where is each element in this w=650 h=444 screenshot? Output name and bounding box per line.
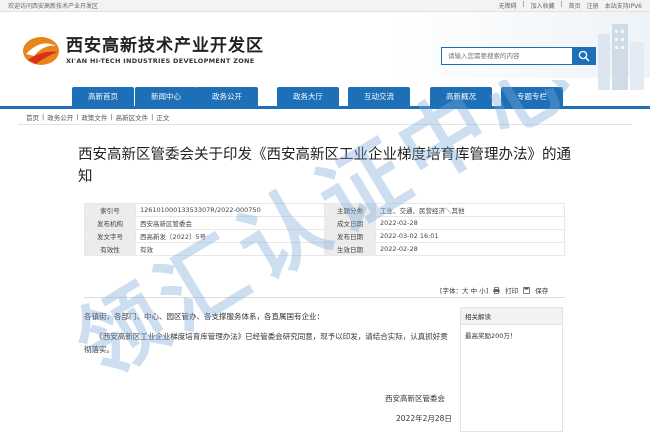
top-bar: 欢迎访问西安高新技术产业开发区 无障碍 | 加入收藏 | 首页 注册 本站支持I… [0, 0, 650, 12]
panel-heading: 相关解读 [461, 308, 562, 325]
signature-date: 2022年2月28日 [396, 414, 452, 423]
logo-emblem-icon [22, 34, 60, 68]
divider: | [560, 1, 563, 8]
meta-value: 2022-03-02 16:01 [375, 229, 565, 243]
salutation: 各镇街，各部门、中心、园区管办、各支撑服务体系，各直属国有企业： [84, 312, 324, 321]
search-icon [578, 50, 590, 62]
article-body: 各镇街，各部门、中心、园区管办、各支撑服务体系，各直属国有企业： 《西安高新区工… [84, 310, 454, 363]
nav-special-topics[interactable]: 专题专栏 [501, 87, 563, 106]
meta-label: 有效性 [84, 242, 136, 256]
meta-label: 发文字号 [84, 229, 136, 243]
divider [84, 297, 565, 298]
meta-label: 索引号 [84, 203, 136, 217]
table-row: 索引号 12610100013353307R/2022-000750 主题分类 … [84, 203, 565, 217]
print-button[interactable]: 打印 [505, 285, 518, 295]
meta-label: 成文日期 [324, 216, 376, 230]
meta-label: 发布日期 [324, 229, 376, 243]
breadcrumb-current: 正文 [156, 114, 170, 122]
breadcrumb-separator: | [76, 113, 79, 121]
breadcrumb-separator: | [42, 113, 45, 121]
breadcrumb-separator: | [151, 113, 154, 121]
logo-subtitle: XI'AN HI-TECH INDUSTRIES DEVELOPMENT ZON… [66, 57, 255, 65]
font-size-switcher[interactable]: [字体：大 中 小] [440, 285, 488, 295]
accessibility-link[interactable]: 无障碍 [499, 1, 517, 10]
table-row: 有效性 有效 生效日期 2022-02-28 [84, 242, 565, 256]
ipv6-badge: 本站支持IPV6 [604, 3, 642, 10]
breadcrumb-separator: | [110, 113, 113, 121]
meta-value: 2022-02-28 [375, 216, 565, 230]
breadcrumb-home[interactable]: 首页 [26, 112, 39, 122]
main-nav: 高新首页 新闻中心 政务公开 政务大厅 互动交流 高新概况 专题专栏 [0, 87, 650, 109]
body-paragraph: 《西安高新区工业企业梯度培育库管理办法》已经管委会研究同意，现予以印发，请结合实… [84, 332, 448, 354]
skyline-decoration [590, 24, 650, 90]
home-link[interactable]: 首页 [569, 1, 581, 10]
nav-service-hall[interactable]: 政务大厅 [277, 87, 339, 106]
table-row: 发文字号 西高新发〔2022〕5号 发布日期 2022-03-02 16:01 [84, 229, 565, 243]
table-row: 发布机构 西安高新区管委会 成文日期 2022-02-28 [84, 216, 565, 230]
save-button[interactable]: 保存 [535, 285, 548, 295]
site-logo[interactable]: 西安高新技术产业开发区 XI'AN HI-TECH INDUSTRIES DEV… [22, 34, 264, 68]
breadcrumb-zone-docs[interactable]: 高新区文件 [116, 112, 149, 122]
nav-interaction[interactable]: 互动交流 [348, 87, 410, 106]
breadcrumb-policy[interactable]: 政策文件 [81, 112, 107, 122]
top-links: 无障碍 | 加入收藏 | 首页 注册 本站支持IPV6 [499, 1, 642, 10]
welcome-text: 欢迎访问西安高新技术产业开发区 [8, 3, 99, 10]
divider: | [522, 1, 525, 8]
breadcrumb-gov-affairs[interactable]: 政务公开 [47, 112, 73, 122]
save-icon [523, 286, 531, 294]
breadcrumb: 首页 | 政务公开 | 政策文件 | 高新区文件 | 正文 [26, 112, 169, 122]
bookmark-link[interactable]: 加入收藏 [531, 1, 555, 10]
printer-icon [493, 286, 500, 294]
meta-label: 主题分类 [324, 203, 376, 217]
search-box [441, 47, 596, 65]
nav-gov-affairs[interactable]: 政务公开 [196, 87, 258, 106]
meta-value: 2022-02-28 [375, 242, 565, 256]
meta-label: 生效日期 [324, 242, 376, 256]
meta-value: 有效 [135, 242, 325, 256]
search-input[interactable] [442, 51, 576, 61]
document-meta-table: 索引号 12610100013353307R/2022-000750 主题分类 … [84, 203, 565, 256]
nav-home[interactable]: 高新首页 [72, 87, 134, 106]
meta-value: 西安高新区管委会 [135, 216, 325, 230]
signature-organization: 西安高新区管委会 [385, 394, 445, 403]
related-link[interactable]: 最高奖励200万！ [461, 325, 562, 345]
meta-value: 西高新发〔2022〕5号 [135, 229, 325, 243]
meta-value: 12610100013353307R/2022-000750 [135, 203, 325, 217]
logo-title: 西安高新技术产业开发区 [66, 36, 264, 56]
meta-label: 发布机构 [84, 216, 136, 230]
divider [18, 124, 632, 125]
nav-overview[interactable]: 高新概况 [430, 87, 492, 106]
nav-news[interactable]: 新闻中心 [135, 87, 197, 106]
related-interpretation-panel: 相关解读 最高奖励200万！ [460, 307, 563, 432]
register-link[interactable]: 注册 [587, 1, 599, 10]
meta-value: 工业、交通、民营经济＼其他 [375, 203, 565, 217]
article-toolbar: [字体：大 中 小] 打印 保存 [440, 285, 548, 295]
site-header: 西安高新技术产业开发区 XI'AN HI-TECH INDUSTRIES DEV… [0, 12, 650, 90]
article-title: 西安高新区管委会关于印发《西安高新区工业企业梯度培育库管理办法》的通知 [78, 147, 571, 185]
